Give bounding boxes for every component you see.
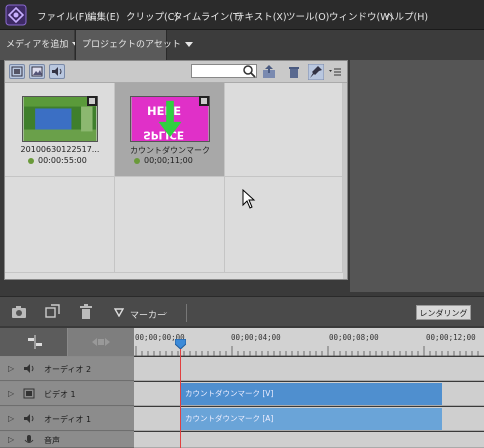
asset-cell-empty: [5, 177, 115, 273]
timeline-mode-button[interactable]: [0, 328, 67, 356]
divider: [186, 304, 187, 322]
status-dot-icon: [28, 157, 34, 164]
image-icon: [31, 66, 43, 77]
panel-menu-icon[interactable]: [327, 64, 343, 80]
speaker-icon: [24, 364, 34, 373]
timeline-ruler[interactable]: 00;00;00;00 00;00;04;00 00;00;08;00 00;0…: [134, 328, 484, 356]
asset-cell-selected[interactable]: HERE SPLICE カウントダウンマーク 00;00;11;00: [115, 83, 225, 177]
clip-name: 20100630122517...: [20, 145, 100, 154]
marker-icon[interactable]: [114, 308, 124, 317]
track-name: ビデオ 1: [44, 390, 76, 399]
filter-audio-button[interactable]: [49, 64, 65, 79]
monitor-area: [350, 60, 484, 292]
clip-duration: 00:00:55:00: [28, 156, 87, 165]
track-lane-voice[interactable]: [134, 432, 484, 448]
filter-image-button[interactable]: [29, 64, 45, 79]
timeline-toolbar: マーカー ⌄ レンダリング: [0, 296, 484, 326]
add-media-label: メディアを追加: [6, 40, 69, 50]
menu-bar: ファイル(F) 編集(E) クリップ(C) タイムライン(T) テキスト(X) …: [0, 0, 484, 30]
asset-cell-empty: [115, 177, 225, 273]
track-name: オーディオ 2: [44, 365, 92, 374]
menu-timeline[interactable]: タイムライン(T): [173, 9, 243, 23]
speaker-icon: [52, 67, 62, 76]
expand-icon: [92, 338, 110, 346]
menu-edit[interactable]: 編集(E): [87, 9, 119, 23]
folder-up-icon[interactable]: [261, 64, 277, 80]
menu-file[interactable]: ファイル(F): [37, 9, 88, 23]
app-logo-icon[interactable]: [5, 4, 27, 26]
ruler-ticks: [135, 346, 479, 356]
project-assets-panel: 20100630122517... 00:00:55:00 HERE SPLIC…: [4, 60, 348, 280]
mouse-cursor-icon: [242, 189, 256, 209]
chevron-down-icon[interactable]: ⌄: [162, 307, 169, 316]
menu-clip[interactable]: クリップ(C): [126, 9, 178, 23]
film-icon: [199, 96, 209, 106]
track-header-video-1[interactable]: ▷ ビデオ 1: [0, 382, 134, 406]
scrollbar[interactable]: [343, 83, 347, 279]
menu-tools[interactable]: ツール(O): [286, 9, 329, 23]
trash-icon[interactable]: [286, 64, 302, 80]
svg-text:HERE: HERE: [147, 104, 181, 118]
timecode-label: 00;00;04;00: [231, 333, 281, 342]
project-assets-dropdown[interactable]: プロジェクトのアセット: [75, 30, 193, 60]
film-icon: [23, 388, 35, 399]
microphone-icon: [24, 435, 34, 443]
expand-arrow-icon[interactable]: ▷: [8, 389, 14, 398]
timeline-mode-button[interactable]: [68, 328, 134, 356]
speaker-icon: [24, 414, 34, 423]
expand-arrow-icon[interactable]: ▷: [8, 435, 14, 444]
track-name: 音声: [44, 436, 60, 445]
track-header-audio-2[interactable]: ▷ オーディオ 2: [0, 357, 134, 381]
timecode-label: 00;00;08;00: [329, 333, 379, 342]
asset-cell[interactable]: 20100630122517... 00:00:55:00: [5, 83, 115, 177]
camera-icon[interactable]: [11, 305, 27, 319]
clip-name: カウントダウンマーク: [130, 146, 210, 155]
track-header-audio-1[interactable]: ▷ オーディオ 1: [0, 407, 134, 431]
playhead-icon[interactable]: [175, 339, 186, 349]
timeline-clip-audio[interactable]: カウントダウンマーク [A]: [181, 408, 442, 430]
expand-arrow-icon[interactable]: ▷: [8, 364, 14, 373]
filter-video-button[interactable]: [9, 64, 25, 79]
asset-grid: 20100630122517... 00:00:55:00 HERE SPLIC…: [5, 83, 347, 279]
add-media-dropdown[interactable]: メディアを追加: [0, 30, 81, 60]
playhead-line: [180, 340, 181, 448]
search-icon[interactable]: [242, 64, 256, 78]
trash-icon[interactable]: [79, 304, 93, 320]
panel-header: メディアを追加 プロジェクトのアセット: [0, 30, 484, 60]
track-lane-video-1[interactable]: カウントダウンマーク [V]: [134, 382, 484, 406]
render-button[interactable]: レンダリング: [416, 305, 471, 320]
status-dot-icon: [134, 157, 140, 164]
film-icon: [11, 66, 23, 77]
menu-help[interactable]: ヘルプ(H): [385, 9, 428, 23]
project-assets-label: プロジェクトのアセット: [82, 40, 181, 50]
menu-text[interactable]: テキスト(X): [235, 9, 287, 23]
svg-text:SPLICE: SPLICE: [143, 128, 184, 140]
pin-icon[interactable]: [308, 64, 324, 80]
track-name: オーディオ 1: [44, 415, 92, 424]
film-icon: [87, 96, 97, 106]
marker-dropdown[interactable]: マーカー: [130, 308, 166, 321]
split-tracks-icon: [28, 335, 42, 349]
clip-thumbnail: HERE SPLICE: [130, 96, 210, 142]
asset-toolbar: [5, 61, 347, 83]
asset-cell-empty: [225, 83, 343, 177]
menu-window[interactable]: ウィンドウ(W): [329, 9, 393, 23]
chevron-down-icon: [184, 42, 193, 47]
copy-icon[interactable]: [45, 304, 61, 320]
expand-arrow-icon[interactable]: ▷: [8, 414, 14, 423]
timeline-clip-video[interactable]: カウントダウンマーク [V]: [181, 383, 442, 405]
timecode-label: 00;00;12;00: [426, 333, 476, 342]
track-header-voice[interactable]: ▷ 音声: [0, 432, 134, 448]
track-lane-audio-1[interactable]: カウントダウンマーク [A]: [134, 407, 484, 431]
track-lane-audio-2[interactable]: [134, 357, 484, 381]
clip-duration: 00;00;11;00: [134, 156, 193, 165]
